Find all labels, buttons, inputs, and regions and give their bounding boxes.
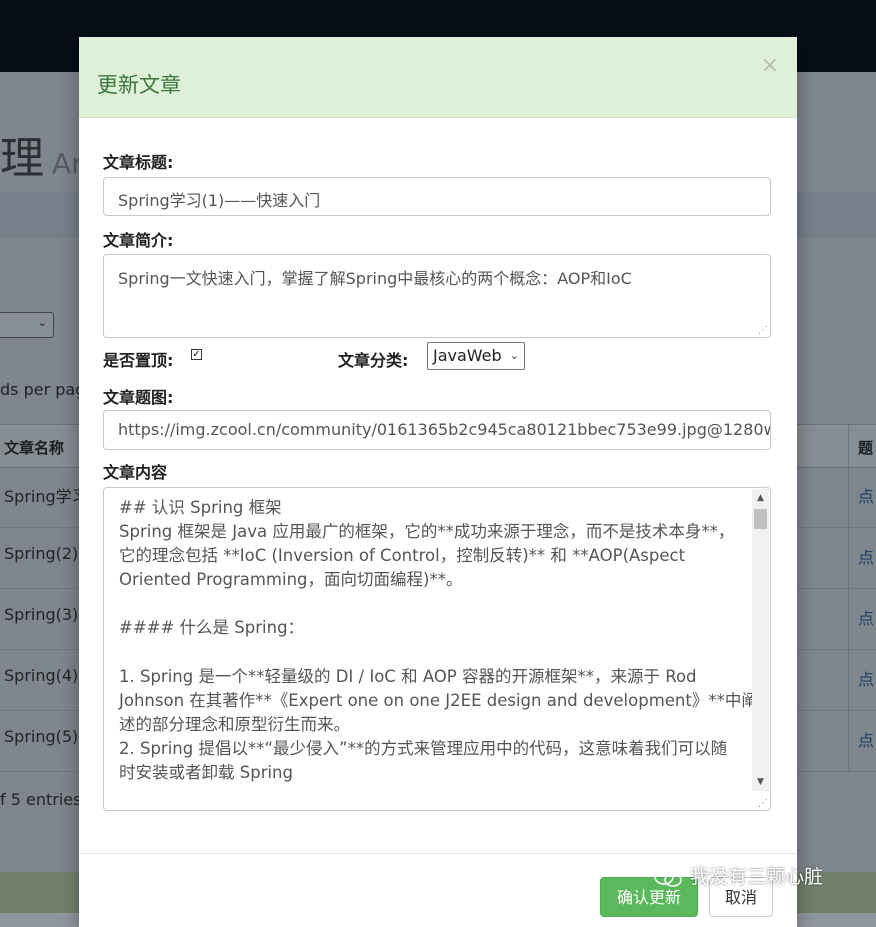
resize-grip-icon[interactable]: ⋰	[758, 799, 768, 809]
content-line: Johnson 在其著作**《Expert one on one J2EE de…	[119, 690, 758, 710]
content-line: 它的理念包括 **IoC (Inversion of Control，控制反转)…	[119, 546, 686, 566]
scroll-up-icon[interactable]: ▲	[752, 489, 769, 507]
content-line: #### 什么是 Spring：	[119, 618, 305, 638]
content-line: 时安装或者卸载 Spring	[119, 763, 293, 783]
category-select[interactable]: JavaWeb ⌄	[427, 342, 525, 370]
content-line: ## 认识 Spring 框架	[119, 498, 282, 517]
watermark: 我没有三颗心脏	[654, 862, 823, 889]
modal-footer-divider	[79, 853, 797, 854]
content-line: 2. Spring 提倡以**“最少侵入”**的方式来管理应用中的代码，这意味着…	[119, 738, 728, 758]
content-textarea[interactable]: ## 认识 Spring 框架 Spring 框架是 Java 应用最广的框架，它…	[103, 487, 771, 811]
content-line	[119, 641, 747, 665]
image-label: 文章题图:	[103, 388, 174, 407]
wechat-icon	[654, 868, 682, 887]
content-scrollbar[interactable]: ▲ ▼	[752, 489, 769, 791]
chevron-down-icon: ⌄	[37, 316, 47, 329]
chevron-down-icon: ⌄	[509, 349, 519, 362]
top-checkbox[interactable]: ✓	[191, 349, 202, 360]
update-article-modal: 更新文章 × 文章标题: Spring学习(1)——快速入门 文章简介: Spr…	[79, 37, 797, 927]
content-label: 文章内容	[103, 463, 168, 482]
summary-textarea[interactable]: Spring一文快速入门，掌握了解Spring中最核心的两个概念：AOP和IoC…	[103, 254, 771, 338]
summary-text: Spring一文快速入门，掌握了解Spring中最核心的两个概念：AOP和IoC	[118, 269, 632, 288]
watermark-text: 我没有三颗心脏	[690, 866, 824, 888]
content-line: 述的部分理念和原型衍生而来。	[119, 714, 350, 734]
page-length-select[interactable]: ⌄	[0, 312, 54, 338]
scroll-down-icon[interactable]: ▼	[752, 773, 769, 791]
summary-label: 文章简介:	[103, 231, 174, 250]
content-line: Spring 框架是 Java 应用最广的框架，它的**成功来源于理念，而不是技…	[119, 522, 735, 542]
title-label: 文章标题:	[103, 153, 174, 172]
checkmark-icon: ✓	[192, 349, 201, 360]
entries-info: f 5 entries	[0, 790, 82, 809]
content-text: ## 认识 Spring 框架 Spring 框架是 Java 应用最广的框架，它…	[119, 496, 758, 785]
scroll-thumb[interactable]	[754, 509, 767, 529]
modal-title: 更新文章	[97, 73, 181, 97]
table-divider	[848, 424, 849, 770]
title-input[interactable]: Spring学习(1)——快速入门	[103, 177, 771, 216]
column-header-image[interactable]: 题	[858, 437, 873, 458]
content-line: 1. Spring 是一个**轻量级的 DI / IoC 和 AOP 容器的开源…	[119, 666, 697, 686]
modal-header: 更新文章 ×	[79, 37, 797, 118]
content-line: Oriented Programming，面向切面编程)**。	[119, 570, 463, 590]
top-label: 是否置顶:	[103, 351, 174, 370]
content-line	[119, 592, 747, 616]
category-value: JavaWeb	[433, 346, 502, 365]
image-url-input[interactable]: https://img.zcool.cn/community/0161365b2…	[103, 410, 771, 450]
resize-grip-icon[interactable]: ⋰	[758, 326, 768, 336]
category-label: 文章分类:	[338, 351, 409, 370]
column-header-name[interactable]: 文章名称	[4, 437, 64, 458]
close-icon[interactable]: ×	[761, 55, 779, 77]
